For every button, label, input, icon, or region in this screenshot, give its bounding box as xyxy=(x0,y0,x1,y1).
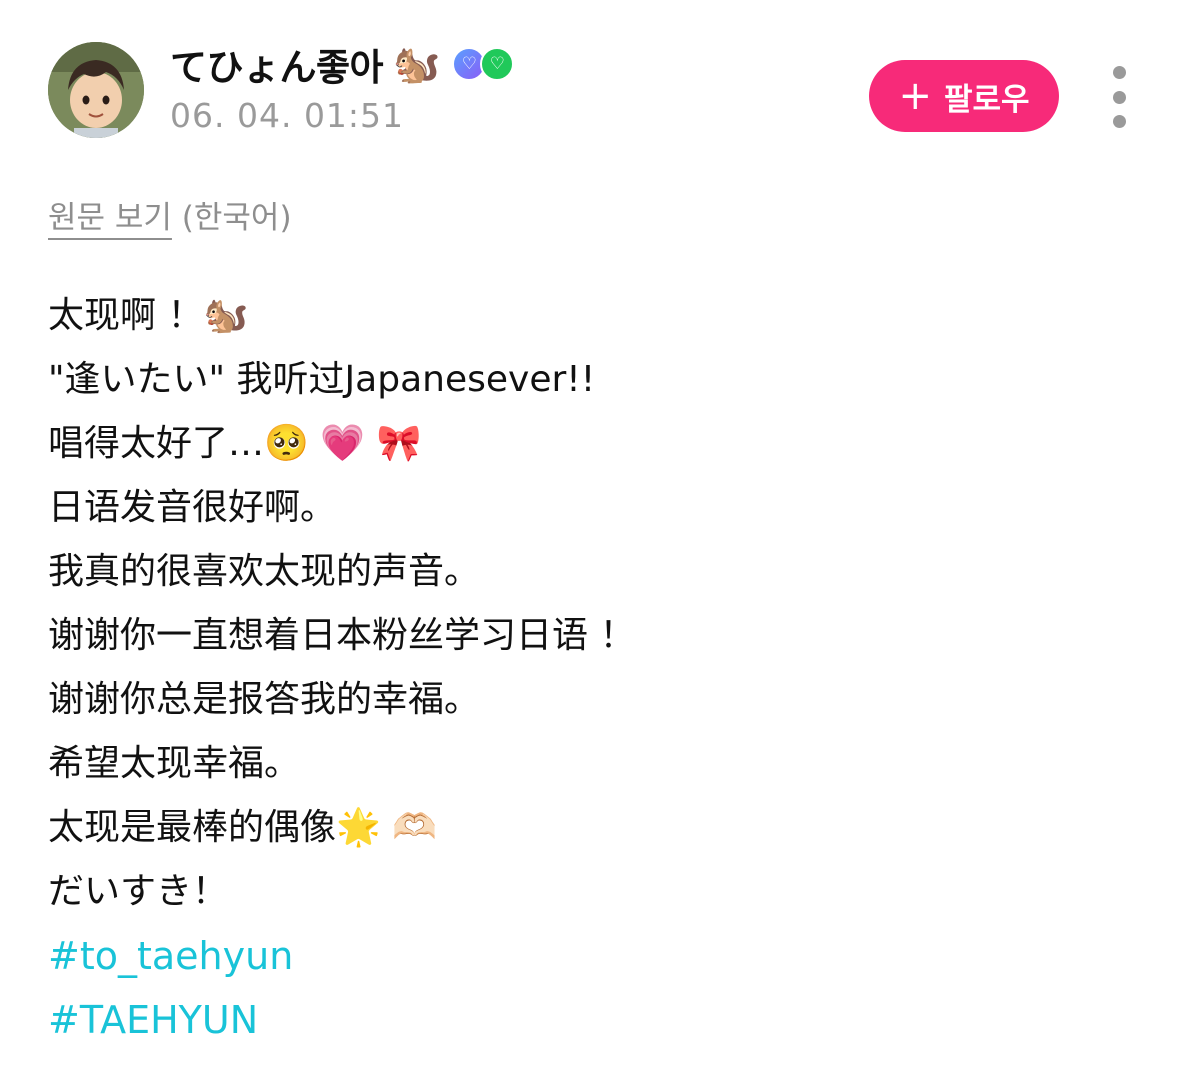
post-line: 日语发音很好啊。 xyxy=(48,487,337,528)
author-badges: ♡ ♡ xyxy=(452,47,515,81)
post-line: 希望太现幸福。 xyxy=(48,743,301,784)
post-body: 太现啊 ！🐿️ "逢いたい" 我听过Japanesever!! 唱得太好了…🥺 … xyxy=(48,284,1148,1052)
author-name[interactable]: てひょん좋아 xyxy=(170,37,384,91)
original-language: (한국어) xyxy=(181,200,292,236)
vertical-dots-icon xyxy=(1112,66,1126,79)
view-original-link[interactable]: 원문 보기 xyxy=(48,200,172,236)
post-line: だいすき！ xyxy=(48,871,229,912)
post-timestamp: 06. 04. 01:51 xyxy=(170,96,405,135)
avatar-image xyxy=(48,42,144,138)
more-options-button[interactable] xyxy=(1101,66,1137,128)
author-row: てひょん좋아 🐿️ ♡ ♡ xyxy=(170,36,515,92)
avatar[interactable] xyxy=(48,42,144,138)
post-card: てひょん좋아 🐿️ ♡ ♡ 06. 04. 01:51 + 팔로우 원문 보기 … xyxy=(0,0,1179,1076)
post-line: 谢谢你总是报答我的幸福。 xyxy=(48,679,481,720)
post-line: 太现是最棒的偶像🌟 🫶🏻 xyxy=(48,807,438,848)
translation-row: 원문 보기 (한국어) xyxy=(48,192,292,237)
post-line: 太现啊 ！🐿️ xyxy=(48,295,249,336)
plus-icon: + xyxy=(898,73,932,119)
squirrel-emoji-icon: 🐿️ xyxy=(393,41,441,86)
heart-badge-green-icon: ♡ xyxy=(480,47,515,81)
hashtag-link[interactable]: #to_taehyun xyxy=(48,924,1148,988)
dot xyxy=(1112,115,1126,128)
post-line: 我真的很喜欢太现的声音。 xyxy=(48,551,481,592)
follow-button[interactable]: + 팔로우 xyxy=(869,60,1059,132)
follow-label: 팔로우 xyxy=(943,81,1030,118)
post-line: 唱得太好了…🥺 💗 🎀 xyxy=(48,423,422,464)
post-line: "逢いたい" 我听过Japanesever!! xyxy=(48,359,596,400)
post-line: 谢谢你一直想着日本粉丝学习日语 ！ xyxy=(48,615,636,656)
dot xyxy=(1112,90,1126,104)
hashtag-link[interactable]: #TAEHYUN xyxy=(48,988,1148,1052)
